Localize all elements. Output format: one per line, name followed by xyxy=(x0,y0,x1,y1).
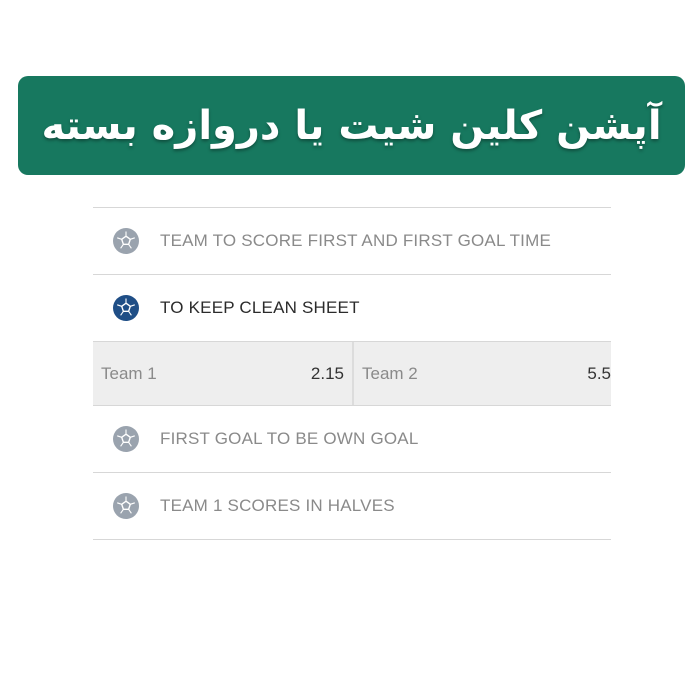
odd-button-team-1[interactable]: Team 1 2.15 xyxy=(93,342,352,405)
market-row-score-first[interactable]: TEAM TO SCORE FIRST AND FIRST GOAL TIME xyxy=(93,208,611,275)
banner-title: آپشن کلین شیت یا دروازه بسته xyxy=(41,102,662,149)
market-row-clean-sheet[interactable]: TO KEEP CLEAN SHEET xyxy=(93,275,611,342)
title-banner: آپشن کلین شیت یا دروازه بسته xyxy=(18,76,685,175)
market-row-scores-in-halves[interactable]: TEAM 1 SCORES IN HALVES xyxy=(93,473,611,540)
soccer-ball-icon xyxy=(113,295,139,321)
soccer-ball-icon xyxy=(113,493,139,519)
odd-team-label: Team 1 xyxy=(101,363,157,383)
odds-row: Team 1 2.15 Team 2 5.5 xyxy=(93,342,611,406)
odd-value: 5.5 xyxy=(587,363,611,383)
odd-team-label: Team 2 xyxy=(362,363,418,383)
page: آپشن کلین شیت یا دروازه بسته TEAM TO SCO… xyxy=(0,0,700,700)
soccer-ball-icon xyxy=(113,426,139,452)
soccer-ball-icon xyxy=(113,228,139,254)
market-row-own-goal[interactable]: FIRST GOAL TO BE OWN GOAL xyxy=(93,406,611,473)
odd-value: 2.15 xyxy=(310,363,344,383)
market-label: TEAM 1 SCORES IN HALVES xyxy=(160,496,395,515)
odd-button-team-2[interactable]: Team 2 5.5 xyxy=(352,342,611,405)
market-label: TO KEEP CLEAN SHEET xyxy=(160,298,360,317)
market-label: FIRST GOAL TO BE OWN GOAL xyxy=(160,429,419,448)
markets-list: TEAM TO SCORE FIRST AND FIRST GOAL TIME … xyxy=(93,207,611,540)
market-label: TEAM TO SCORE FIRST AND FIRST GOAL TIME xyxy=(160,231,551,250)
